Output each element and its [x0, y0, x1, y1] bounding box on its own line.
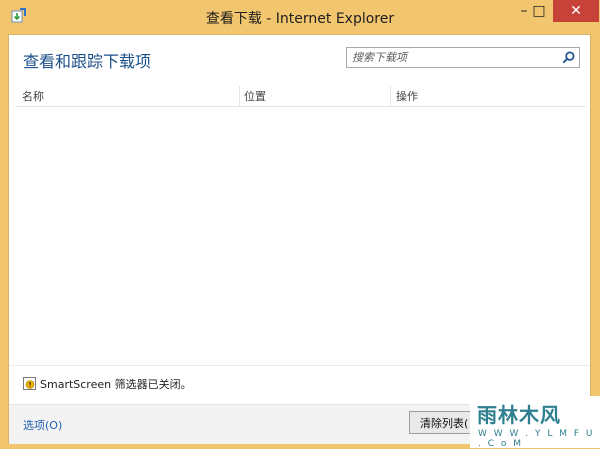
options-link[interactable]: 选项(O)	[23, 417, 62, 433]
table-header: 名称 位置 操作	[15, 86, 586, 107]
close-button[interactable]: ✕	[553, 0, 599, 22]
search-icon[interactable]	[561, 50, 576, 65]
search-box[interactable]	[346, 47, 580, 68]
maximize-button[interactable]: □	[526, 0, 552, 22]
ie-download-window: 查看下载 - Internet Explorer – □ ✕ 查看和跟踪下载项 …	[0, 0, 600, 449]
shield-warning-icon	[23, 377, 36, 390]
column-header-location[interactable]: 位置	[244, 88, 266, 104]
column-header-name[interactable]: 名称	[22, 88, 44, 104]
downloads-panel: 查看和跟踪下载项 名称 位置 操作 SmartScreen 筛选器已关闭。	[8, 34, 591, 444]
window-title: 查看下载 - Internet Explorer	[205, 11, 395, 27]
column-divider[interactable]	[239, 86, 240, 106]
watermark-logo-text: 雨林木风	[477, 403, 561, 427]
status-text: SmartScreen 筛选器已关闭。	[40, 378, 192, 391]
watermark-url: W W W . Y L M F U . C o M	[478, 429, 595, 449]
page-title: 查看和跟踪下载项	[23, 52, 152, 71]
download-list[interactable]	[15, 107, 586, 365]
clear-list-button[interactable]: 清除列表(	[409, 411, 475, 434]
title-bar[interactable]: 查看下载 - Internet Explorer – □ ✕	[0, 0, 600, 34]
search-input[interactable]	[347, 48, 562, 67]
watermark-logo: 雨林木风 W W W . Y L M F U . C o M	[470, 396, 600, 449]
column-header-actions[interactable]: 操作	[396, 88, 418, 104]
column-divider[interactable]	[390, 86, 391, 106]
